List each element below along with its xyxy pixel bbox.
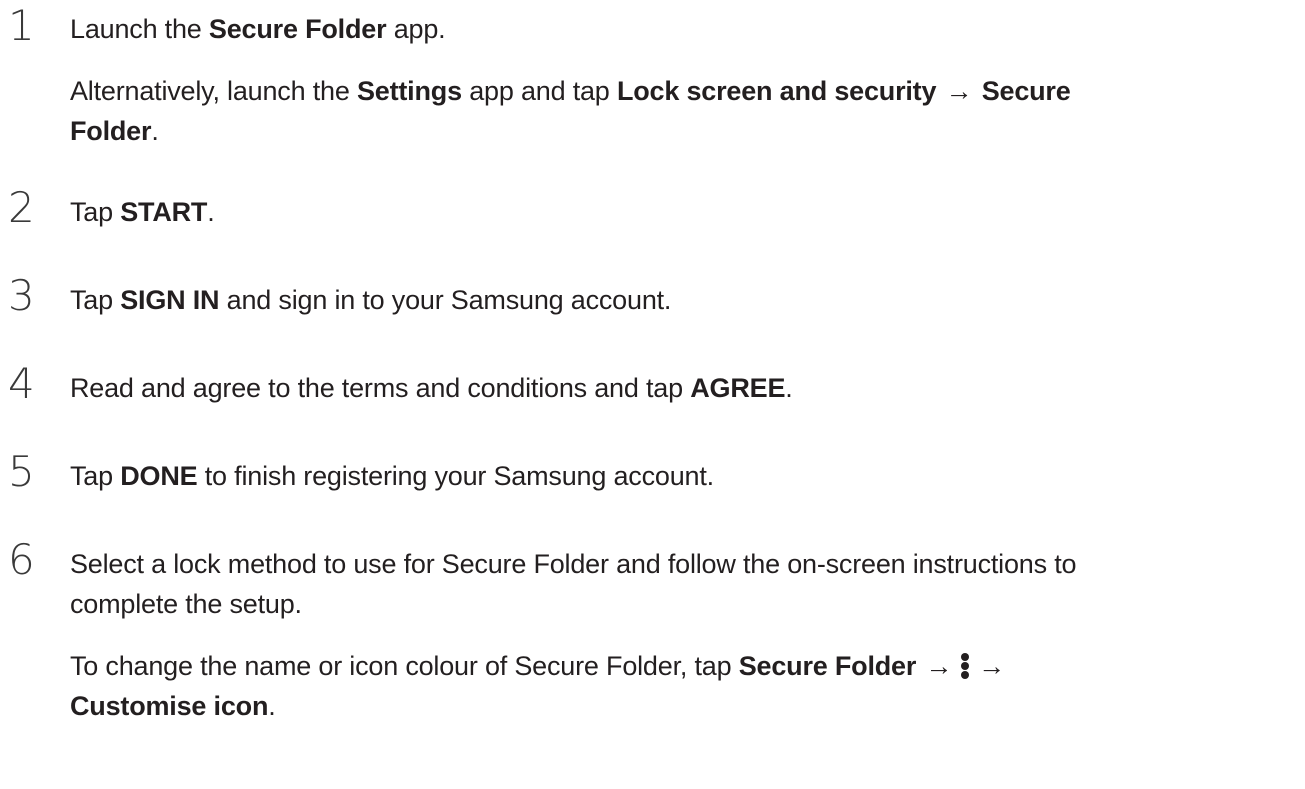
app-name-secure-folder: Secure Folder (738, 651, 917, 681)
step-number: 6 (8, 535, 35, 584)
step-instruction-continued: complete the setup. (70, 589, 302, 619)
step-note-continued: Folder. (70, 116, 159, 146)
menu-path-secure: Secure (981, 76, 1071, 106)
step-note: Alternatively, launch the Settings app a… (70, 76, 1071, 106)
more-options-icon (961, 653, 970, 679)
button-name-sign-in: SIGN IN (120, 285, 220, 315)
app-name-secure-folder: Secure Folder (208, 14, 387, 44)
step-number: 2 (8, 183, 35, 232)
button-name-agree: AGREE (690, 373, 786, 403)
step-instruction: Select a lock method to use for Secure F… (70, 549, 1077, 579)
arrow-icon: → (978, 651, 1006, 681)
menu-item-customise-icon: Customise icon (70, 691, 269, 721)
step-note: To change the name or icon colour of Sec… (70, 651, 1006, 681)
step-instruction: Read and agree to the terms and conditio… (70, 373, 793, 403)
menu-path-folder: Folder (70, 116, 152, 146)
step-note-continued: Customise icon. (70, 691, 276, 721)
arrow-icon: → (918, 651, 953, 681)
step-number: 1 (8, 1, 35, 50)
step-instruction: Tap START. (70, 197, 215, 227)
step-instruction: Tap SIGN IN and sign in to your Samsung … (70, 285, 672, 315)
step-instruction: Launch the Secure Folder app. (70, 14, 446, 44)
button-name-start: START (120, 197, 208, 227)
app-name-settings: Settings (356, 76, 462, 106)
step-number: 3 (8, 271, 35, 320)
step-instruction: Tap DONE to finish registering your Sams… (70, 461, 714, 491)
arrow-icon: → (938, 76, 980, 106)
button-name-done: DONE (120, 461, 198, 491)
step-number: 5 (8, 447, 35, 496)
step-number: 4 (8, 359, 35, 408)
menu-path-lock-screen: Lock screen and security (616, 76, 937, 106)
